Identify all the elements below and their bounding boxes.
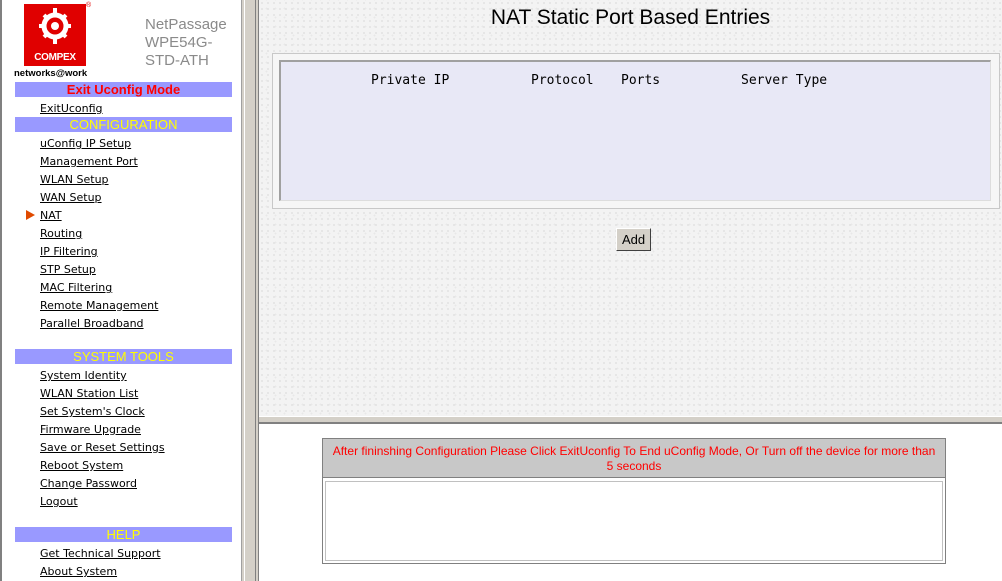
nav-remote-management[interactable]: Remote Management [40,299,158,312]
horizontal-frame-splitter[interactable] [259,416,1002,424]
nav-routing[interactable]: Routing [40,227,82,240]
page-title: NAT Static Port Based Entries [490,6,771,29]
nat-entries-panel: Private IP Protocol Ports Server Type [272,53,1000,209]
nav-stp-setup[interactable]: STP Setup [40,263,96,276]
column-header-private-ip: Private IP [371,73,450,88]
nav-change-password[interactable]: Change Password [40,477,137,490]
add-button[interactable]: Add [616,228,652,251]
nav-nat[interactable]: NAT [40,209,62,222]
column-header-server-type: Server Type [741,73,828,88]
main-content-frame: NAT Static Port Based Entries Private IP… [259,0,1002,416]
active-arrow-icon [26,210,35,220]
vertical-frame-scrollbar[interactable] [241,0,259,581]
nav-get-technical-support[interactable]: Get Technical Support [40,547,161,560]
left-nav-frame: COMPEX ® NetPassage WPE54G- STD-ATH netw… [0,0,241,581]
tagline: networks@work [14,68,88,79]
product-line-1: NetPassage [145,16,227,33]
exit-uconfig-mode-bar: Exit Uconfig Mode [15,82,232,97]
compex-logo: COMPEX [24,4,86,66]
nav-ip-filtering[interactable]: IP Filtering [40,245,98,258]
nav-reboot-system[interactable]: Reboot System [40,459,123,472]
nav-wlan-setup[interactable]: WLAN Setup [40,173,109,186]
product-line-3: STD-ATH [145,52,209,69]
nav-parallel-broadband[interactable]: Parallel Broadband [40,317,144,330]
nav-wan-setup[interactable]: WAN Setup [40,191,102,204]
nav-uconfig-ip-setup[interactable]: uConfig IP Setup [40,137,131,150]
product-name: NetPassage WPE54G- STD-ATH [145,16,227,70]
nav-save-or-reset-settings[interactable]: Save or Reset Settings [40,441,165,454]
logo-brand-text: COMPEX [34,52,76,63]
help-heading: HELP [15,527,232,542]
nav-mac-filtering[interactable]: MAC Filtering [40,281,112,294]
nav-exit-uconfig[interactable]: ExitUconfig [40,102,103,115]
product-line-2: WPE54G- [145,34,213,51]
nav-system-identity[interactable]: System Identity [40,369,127,382]
bottom-notice-frame: After fininshing Configuration Please Cl… [259,426,1002,581]
scrollbar-thumb[interactable] [244,0,256,581]
nat-entries-table: Private IP Protocol Ports Server Type [279,60,991,201]
nav-management-port[interactable]: Management Port [40,155,138,168]
column-header-ports: Ports [621,73,661,88]
nav-wlan-station-list[interactable]: WLAN Station List [40,387,138,400]
system-tools-heading: SYSTEM TOOLS [15,349,232,364]
column-header-protocol: Protocol [531,73,594,88]
nav-firmware-upgrade[interactable]: Firmware Upgrade [40,423,141,436]
notice-box: After fininshing Configuration Please Cl… [322,438,946,564]
notice-message: After fininshing Configuration Please Cl… [323,439,945,478]
configuration-heading: CONFIGURATION [15,117,232,132]
registered-mark: ® [86,2,92,9]
nav-logout[interactable]: Logout [40,495,78,508]
gear-logo-icon [39,8,71,44]
nav-about-system[interactable]: About System [40,565,117,578]
notice-body [325,481,943,561]
nav-set-systems-clock[interactable]: Set System's Clock [40,405,145,418]
